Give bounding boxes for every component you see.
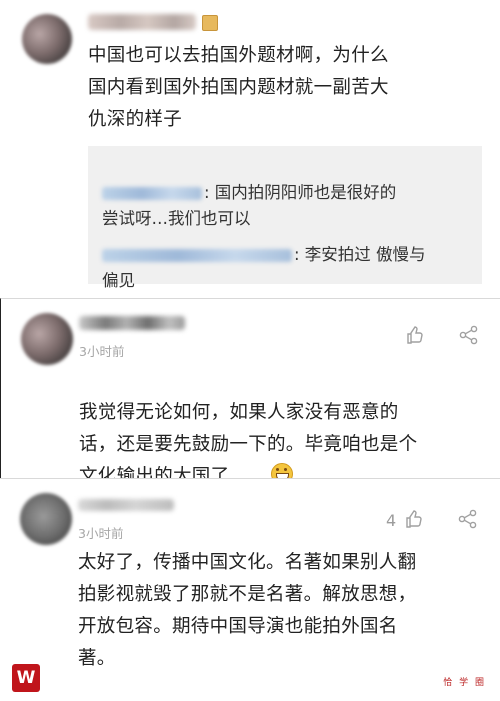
- avatar[interactable]: [20, 493, 72, 545]
- share-button[interactable]: [458, 509, 478, 533]
- comment-text: 我觉得无论如何，如果人家没有恶意的 话，还是要先鼓励一下的。毕竟咱也是个 文化输…: [79, 365, 489, 493]
- share-button[interactable]: [459, 325, 479, 349]
- reply-username-blurred[interactable]: [102, 187, 202, 200]
- reply-list: : 国内拍阴阳师也是很好的 尝试呀…我们也可以 : 李安拍过 傲慢与 偏见: [88, 146, 482, 290]
- share-icon: [458, 509, 477, 529]
- timestamp: 3小时前: [79, 344, 125, 359]
- comment-card-1: 中国也可以去拍国外题材啊，为什么 国内看到国外拍国内题材就一副苦大 仇深的样子 …: [0, 0, 500, 298]
- watermark: 恰 学 圈: [443, 678, 486, 688]
- thumbs-up-icon: [406, 510, 422, 528]
- brand-logo: W: [12, 664, 40, 692]
- thumbs-up-icon: [407, 326, 423, 344]
- comment-card-2: 3小时前 我觉得无论如何，如果人家没有恶意的 话，还是要先鼓励一下的。毕竟咱也是…: [0, 298, 500, 487]
- username-blurred[interactable]: [78, 499, 174, 511]
- comment-text: 太好了，传播中国文化。名著如果别人翻 拍影视就毁了那就不是名著。解放思想， 开放…: [78, 552, 417, 669]
- reply-item[interactable]: : 李安拍过 傲慢与 偏见: [102, 216, 472, 294]
- like-button[interactable]: [404, 509, 424, 533]
- comment-text-content: 我觉得无论如何，如果人家没有恶意的 话，还是要先鼓励一下的。毕竟咱也是个 文化输…: [79, 402, 418, 487]
- comment-text: 中国也可以去拍国外题材啊，为什么 国内看到国外拍国内题材就一副苦大 仇深的样子: [88, 45, 389, 130]
- reply-username-blurred[interactable]: [102, 249, 292, 262]
- like-button[interactable]: [405, 325, 425, 349]
- share-icon: [459, 325, 478, 345]
- vip-badge-icon: [202, 15, 218, 31]
- like-count: 4: [386, 511, 397, 530]
- avatar[interactable]: [21, 313, 73, 365]
- username-blurred[interactable]: [79, 316, 185, 330]
- timestamp: 3小时前: [78, 526, 124, 541]
- avatar[interactable]: [22, 14, 72, 64]
- comment-card-3: 3小时前 4 太好了，传播中国文化。名著如果别人翻 拍影视就毁了那就不是名著。解…: [0, 478, 500, 701]
- username-blurred[interactable]: [88, 14, 196, 30]
